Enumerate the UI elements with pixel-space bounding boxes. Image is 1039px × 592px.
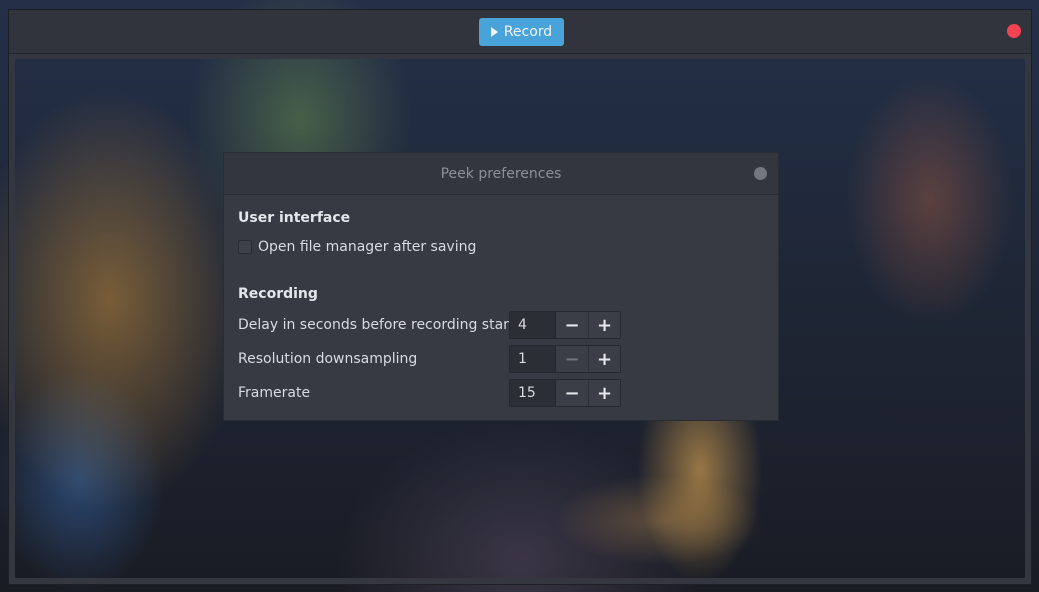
downsampling-increment-button[interactable]: + [588, 346, 620, 372]
downsampling-decrement-button[interactable]: − [556, 346, 588, 372]
framerate-spinbutton: 15 − + [509, 379, 621, 407]
framerate-label: Framerate [238, 385, 311, 401]
header-bar: Record [9, 10, 1031, 54]
delay-increment-button[interactable]: + [588, 312, 620, 338]
downsampling-value-input[interactable]: 1 [510, 346, 556, 372]
open-file-manager-label: Open file manager after saving [258, 239, 477, 255]
downsampling-label: Resolution downsampling [238, 351, 418, 367]
downsampling-spinbutton: 1 − + [509, 345, 621, 373]
play-icon [490, 27, 498, 37]
record-button-label: Record [503, 24, 553, 40]
delay-value-input[interactable]: 4 [510, 312, 556, 338]
delay-decrement-button[interactable]: − [556, 312, 588, 338]
framerate-value-input[interactable]: 15 [510, 380, 556, 406]
window-close-icon[interactable] [1007, 24, 1021, 38]
user-interface-heading: User interface [238, 210, 351, 226]
recording-heading: Recording [238, 286, 318, 302]
delay-label: Delay in seconds before recording starts [238, 317, 522, 333]
dialog-titlebar: Peek preferences [224, 153, 778, 195]
preferences-dialog: Peek preferences User interface Open fil… [223, 152, 779, 421]
framerate-decrement-button[interactable]: − [556, 380, 588, 406]
open-file-manager-row[interactable]: Open file manager after saving [238, 239, 476, 255]
delay-spinbutton: 4 − + [509, 311, 621, 339]
dialog-title: Peek preferences [440, 165, 562, 182]
record-button[interactable]: Record [479, 18, 564, 46]
framerate-increment-button[interactable]: + [588, 380, 620, 406]
dialog-close-icon[interactable] [754, 167, 767, 180]
open-file-manager-checkbox[interactable] [238, 240, 252, 254]
